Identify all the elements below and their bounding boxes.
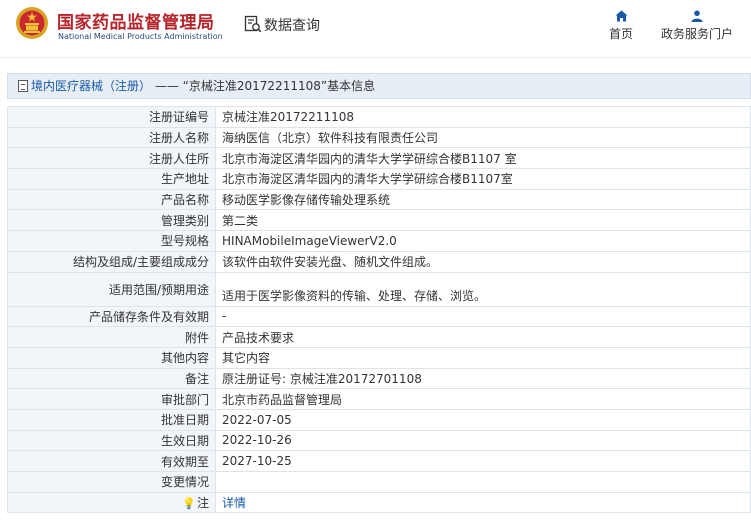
field-value: 该软件由软件安装光盘、随机文件组成。 — [215, 250, 751, 273]
nav-gov-service-portal[interactable]: 政务服务门户 — [656, 10, 738, 42]
table-row: 其他内容 其它内容 — [7, 346, 751, 369]
field-label: 生产地址 — [7, 168, 216, 190]
national-emblem-icon[interactable] — [15, 6, 49, 40]
field-label: 批准日期 — [7, 408, 216, 431]
field-value: 北京市海淀区清华园内的清华大学学研综合楼B1107 室 — [215, 147, 751, 170]
field-value: 移动医学影像存储传输处理系统 — [215, 188, 751, 211]
field-label: 注册人住所 — [7, 147, 216, 170]
table-row: 型号规格 HINAMobileImageViewerV2.0 — [7, 230, 751, 252]
field-value: 原注册证号: 京械注准20172701108 — [215, 367, 751, 390]
table-row: 备注 原注册证号: 京械注准20172701108 — [7, 367, 751, 390]
table-row: 结构及组成/主要组成成分 该软件由软件安装光盘、随机文件组成。 — [7, 250, 751, 273]
field-label: 注册人名称 — [7, 126, 216, 149]
table-row: 产品储存条件及有效期 - — [7, 305, 751, 328]
site-header: 国家药品监督管理局 National Medical Products Admi… — [0, 0, 751, 58]
field-label: 生效日期 — [7, 429, 216, 452]
field-value: - — [215, 305, 751, 328]
note-label-cell: 💡注 — [7, 491, 216, 514]
table-row: 生产地址 北京市海淀区清华园内的清华大学学研综合楼B1107室 — [7, 168, 751, 190]
field-value: HINAMobileImageViewerV2.0 — [215, 230, 751, 252]
record-title: “京械注准20172211108”基本信息 — [182, 79, 376, 93]
user-icon — [691, 10, 703, 22]
table-row: 产品名称 移动医学影像存储传输处理系统 — [7, 188, 751, 211]
field-label: 产品名称 — [7, 188, 216, 211]
field-value — [215, 471, 751, 493]
field-label: 其他内容 — [7, 346, 216, 369]
breadcrumb-category-link[interactable]: 境内医疗器械（注册） — [31, 79, 151, 93]
field-label: 变更情况 — [7, 471, 216, 493]
table-row: 管理类别 第二类 — [7, 209, 751, 232]
field-value: 第二类 — [215, 209, 751, 232]
table-row: 生效日期 2022-10-26 — [7, 429, 751, 452]
field-value: 2022-10-26 — [215, 429, 751, 452]
field-label: 管理类别 — [7, 209, 216, 232]
field-label: 结构及组成/主要组成成分 — [7, 250, 216, 273]
field-value: 北京市海淀区清华园内的清华大学学研综合楼B1107室 — [215, 168, 751, 190]
field-label: 注 — [196, 496, 209, 511]
nav-home-label: 首页 — [608, 27, 633, 41]
field-label: 适用范围/预期用途 — [7, 271, 216, 307]
table-row: 注册证编号 京械注准20172211108 — [7, 106, 751, 128]
table-row: 注册人名称 海纳医信（北京）软件科技有限责任公司 — [7, 126, 751, 149]
field-value: 京械注准20172211108 — [215, 106, 751, 128]
field-label: 有效期至 — [7, 450, 216, 472]
field-value: 北京市药品监督管理局 — [215, 388, 751, 410]
table-row: 💡注 详情 — [7, 491, 751, 514]
nav-portal-label: 政务服务门户 — [660, 27, 733, 41]
field-value: 2027-10-25 — [215, 450, 751, 472]
table-row: 附件 产品技术要求 — [7, 326, 751, 348]
details-cell: 详情 — [215, 491, 751, 514]
data-query-icon[interactable] — [244, 15, 262, 33]
site-title[interactable]: 国家药品监督管理局 — [57, 8, 215, 33]
home-icon — [615, 10, 627, 22]
table-row: 适用范围/预期用途 适用于医学影像资料的传输、处理、存储、浏览。 — [7, 271, 751, 307]
field-value: 适用于医学影像资料的传输、处理、存储、浏览。 — [215, 271, 751, 307]
field-label: 型号规格 — [7, 230, 216, 252]
nav-home[interactable]: 首页 — [602, 10, 640, 42]
field-label: 产品储存条件及有效期 — [7, 305, 216, 328]
table-row: 有效期至 2027-10-25 — [7, 450, 751, 472]
field-label: 注册证编号 — [7, 106, 216, 128]
record-info-table: 注册证编号 京械注准20172211108 注册人名称 海纳医信（北京）软件科技… — [7, 106, 751, 514]
table-row: 批准日期 2022-07-05 — [7, 408, 751, 431]
data-query-link[interactable]: 数据查询 — [264, 15, 320, 35]
field-label: 附件 — [7, 326, 216, 348]
field-label: 审批部门 — [7, 388, 216, 410]
table-row: 审批部门 北京市药品监督管理局 — [7, 388, 751, 410]
site-subtitle[interactable]: National Medical Products Administration — [58, 32, 223, 41]
field-value: 海纳医信（北京）软件科技有限责任公司 — [215, 126, 751, 149]
record-title-bar: 境内医疗器械（注册） —— “京械注准20172211108”基本信息 — [7, 73, 751, 99]
table-row: 变更情况 — [7, 471, 751, 493]
field-label: 备注 — [7, 367, 216, 390]
field-value: 产品技术要求 — [215, 326, 751, 348]
details-link[interactable]: 详情 — [222, 496, 246, 510]
field-value: 其它内容 — [215, 346, 751, 369]
table-row: 注册人住所 北京市海淀区清华园内的清华大学学研综合楼B1107 室 — [7, 147, 751, 170]
field-value: 2022-07-05 — [215, 408, 751, 431]
lightbulb-icon: 💡 — [182, 497, 196, 511]
breadcrumb-separator: —— — [154, 79, 179, 93]
document-icon — [18, 80, 28, 92]
